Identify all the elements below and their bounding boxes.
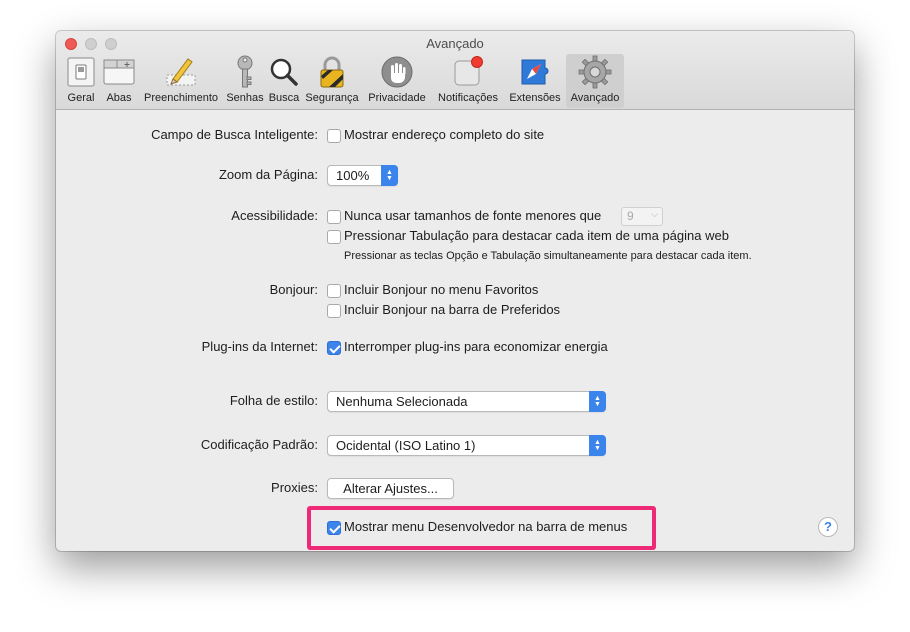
tab-avancado[interactable]: Avançado — [566, 54, 624, 108]
tab-notificacoes[interactable]: Notificações — [432, 54, 504, 108]
tab-highlight-checkbox[interactable] — [327, 230, 341, 244]
key-icon — [227, 54, 263, 90]
show-full-address-text: Mostrar endereço completo do site — [344, 127, 545, 142]
encoding-label: Codificação Padrão: — [200, 437, 318, 452]
stop-plugins-checkbox[interactable] — [327, 341, 341, 355]
page-zoom-value: 100% — [336, 168, 370, 183]
tab-extensoes[interactable]: Extensões — [504, 54, 566, 108]
bonjour-label: Bonjour: — [269, 282, 318, 297]
bonjour-bookmarks-bar-text: Incluir Bonjour na barra de Preferidos — [344, 302, 561, 317]
preferences-toolbar: Geral Abas Preenchimento Senhas Busca Se… — [62, 54, 624, 108]
show-develop-menu-checkbox[interactable] — [327, 521, 341, 535]
gear-icon — [577, 54, 613, 90]
tab-label: Abas — [106, 92, 132, 104]
tab-label: Busca — [268, 92, 300, 104]
min-font-size-text: Nunca usar tamanhos de fonte menores que — [344, 208, 602, 223]
show-full-address-checkbox[interactable] — [327, 129, 341, 143]
encoding-value: Ocidental (ISO Latino 1) — [336, 438, 476, 453]
bonjour-bookmarks-bar-checkbox[interactable] — [327, 304, 341, 318]
chevron-down-icon: ⌵ — [651, 209, 658, 219]
pencil-icon — [163, 54, 199, 90]
min-font-size-select[interactable]: 9 ⌵ — [621, 207, 663, 226]
preferences-window: Avançado Geral Abas Preenchimento Senhas… — [56, 31, 854, 551]
tab-preenchimento[interactable]: Preenchimento — [138, 54, 224, 108]
puzzle-compass-icon — [517, 54, 553, 90]
stop-plugins-text: Interromper plug-ins para economizar ene… — [344, 339, 608, 354]
hand-icon — [379, 54, 415, 90]
tab-senhas[interactable]: Senhas — [224, 54, 266, 108]
magnifier-icon — [266, 54, 302, 90]
tab-label: Privacidade — [368, 92, 426, 104]
switch-icon — [63, 54, 99, 90]
tab-abas[interactable]: Abas — [100, 54, 138, 108]
tab-highlight-text: Pressionar Tabulação para destacar cada … — [344, 228, 729, 243]
tab-seguranca[interactable]: Segurança — [302, 54, 362, 108]
tab-label: Avançado — [570, 92, 620, 104]
tab-busca[interactable]: Busca — [266, 54, 302, 108]
chevron-up-down-icon: ▲ ▼ — [589, 391, 606, 412]
help-button[interactable]: ? — [818, 517, 838, 537]
bonjour-favorites-checkbox[interactable] — [327, 284, 341, 298]
bonjour-favorites-text: Incluir Bonjour no menu Favoritos — [344, 282, 539, 297]
change-settings-button[interactable]: Alterar Ajustes... — [327, 478, 454, 499]
plugins-label: Plug-ins da Internet: — [201, 339, 318, 354]
title-bar: Avançado Geral Abas Preenchimento Senhas… — [56, 31, 854, 110]
advanced-settings-pane: Campo de Busca Inteligente: Mostrar ende… — [56, 110, 854, 551]
tab-label: Senhas — [226, 92, 264, 104]
show-develop-menu-text: Mostrar menu Desenvolvedor na barra de m… — [344, 519, 628, 534]
tab-privacidade[interactable]: Privacidade — [362, 54, 432, 108]
tab-label: Geral — [67, 92, 95, 104]
stylesheet-select[interactable]: Nenhuma Selecionada ▲ ▼ — [327, 391, 606, 412]
stylesheet-label: Folha de estilo: — [229, 393, 318, 408]
smart-search-label: Campo de Busca Inteligente: — [151, 127, 318, 142]
tab-geral[interactable]: Geral — [62, 54, 100, 108]
tab-label: Preenchimento — [144, 92, 218, 104]
min-font-size-value: 9 — [627, 209, 634, 223]
accessibility-label: Acessibilidade: — [231, 208, 318, 223]
page-zoom-label: Zoom da Página: — [218, 167, 318, 182]
proxies-label: Proxies: — [271, 480, 318, 495]
tab-label: Notificações — [438, 92, 498, 104]
min-font-size-checkbox[interactable] — [327, 210, 341, 224]
window-title: Avançado — [426, 36, 484, 51]
tabs-icon — [101, 54, 137, 90]
tab-label: Extensões — [509, 92, 561, 104]
tab-label: Segurança — [305, 92, 359, 104]
chevron-up-down-icon: ▲ ▼ — [381, 165, 398, 186]
padlock-icon — [314, 54, 350, 90]
chevron-up-down-icon: ▲ ▼ — [589, 435, 606, 456]
page-zoom-select[interactable]: 100% ▲ ▼ — [327, 165, 398, 186]
stylesheet-value: Nenhuma Selecionada — [336, 394, 468, 409]
notification-icon — [450, 54, 486, 90]
encoding-select[interactable]: Ocidental (ISO Latino 1) ▲ ▼ — [327, 435, 606, 456]
tab-highlight-hint: Pressionar as teclas Opção e Tabulação s… — [344, 250, 752, 262]
